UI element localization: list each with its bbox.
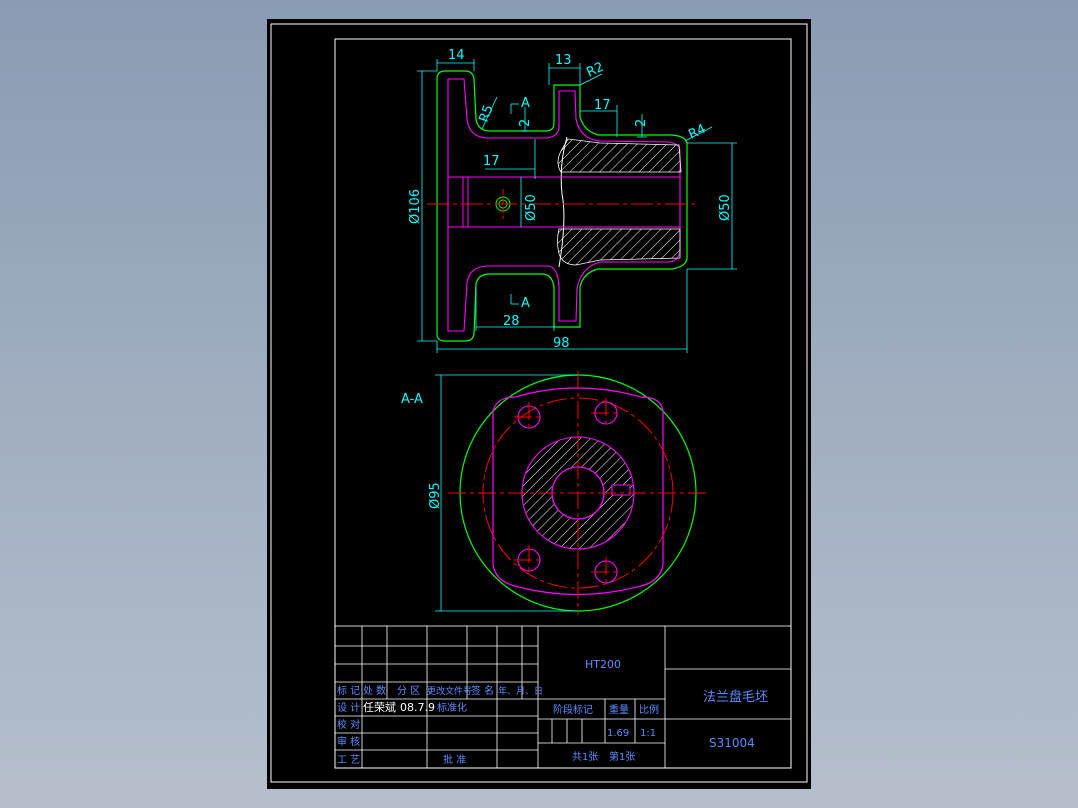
section-mark-top: A [521,96,530,111]
tb-weight-label: 重量 [609,703,629,716]
dim-phi50-right: Ø50 [718,194,733,221]
dim-13: 13 [555,53,572,68]
front-view: 14 13 R2 R5 A 2 17 17 2 R4 Ø106 Ø50 Ø50 … [408,48,737,353]
part-outline [436,70,688,342]
cad-drawing: 14 13 R2 R5 A 2 17 17 2 R4 Ø106 Ø50 Ø50 … [270,23,808,783]
section-view: A-A Ø95 [401,371,708,615]
dim-14: 14 [448,48,465,63]
tb-sheets-total: 共1张 [572,751,598,763]
tb-count-label: 处 数 [363,684,386,697]
dim-98: 98 [553,336,570,351]
dim-phi106: Ø106 [408,189,423,224]
tb-process-label: 工 艺 [337,754,360,766]
tb-zone-label: 分 区 [397,685,420,697]
tb-approve-label: 批 准 [443,753,466,766]
dim-2-right: 2 [634,119,649,127]
tb-mark-label: 标 记 [337,685,360,697]
section-label: A-A [401,392,423,407]
drawing-sheet: 14 13 R2 R5 A 2 17 17 2 R4 Ø106 Ø50 Ø50 … [267,19,811,789]
dim-r5: R5 [477,103,497,124]
dim-r2: R2 [584,60,606,81]
hatch-lower [557,228,681,266]
tb-check-label: 校 对 [337,718,360,731]
tb-design-label: 设 计 [337,701,360,714]
tb-weight-value: 1.69 [607,728,629,739]
dim-2-left: 2 [518,119,533,127]
tb-designer: 任荣斌 [363,701,396,714]
tb-drawing-no: S31004 [709,736,755,750]
tb-part-name: 法兰盘毛坯 [703,689,768,705]
tb-standardize-label: 标准化 [437,701,467,714]
hatch-upper [557,138,682,173]
dim-28: 28 [503,314,520,329]
tb-scale-label: 比例 [639,703,659,716]
dim-phi50-inner: Ø50 [524,194,539,221]
dim-17-inner: 17 [483,154,500,169]
section-mark-bottom: A [521,296,530,311]
tb-sheet-no: 第1张 [609,750,635,763]
tb-scale-value: 1:1 [640,728,656,739]
tb-material: HT200 [585,658,621,671]
tb-date-label: 年、月、日 [498,685,543,697]
tb-stage-label: 阶段标记 [553,703,593,716]
tb-design-date: 08.7.9 [400,701,435,714]
dim-17-top: 17 [594,98,611,113]
tb-signature-label: 签 名 [471,684,494,697]
dim-phi95: Ø95 [428,482,443,509]
dim-r4: R4 [686,122,708,143]
tb-change-doc-label: 更改文件号 [427,685,472,697]
tb-review-label: 审 核 [337,735,360,748]
